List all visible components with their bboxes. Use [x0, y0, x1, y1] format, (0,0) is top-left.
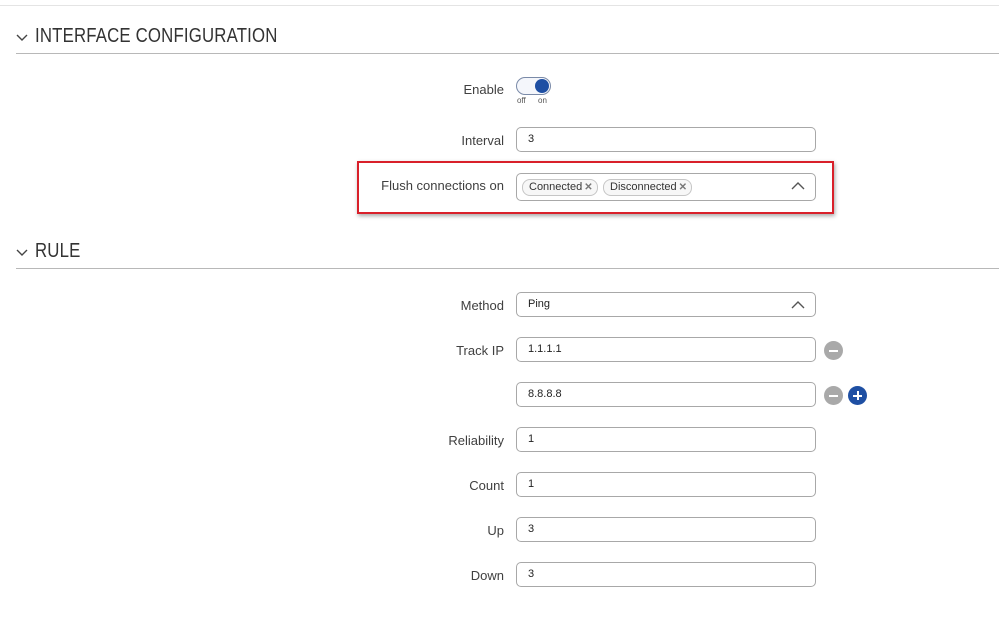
down-value: 3: [528, 568, 535, 580]
close-icon[interactable]: ✕: [584, 180, 592, 195]
toggle-on-caption: on: [538, 96, 547, 105]
track-ip-row-2: 8.8.8.8: [0, 382, 999, 408]
chip-label: Disconnected: [610, 181, 677, 193]
chip-disconnected: Disconnected ✕: [603, 179, 693, 196]
track-ip-label: Track IP: [456, 343, 504, 358]
count-label: Count: [469, 478, 504, 493]
reliability-row: Reliability 1: [0, 427, 999, 453]
track-ip-row: Track IP 1.1.1.1: [0, 337, 999, 363]
method-row: Method Ping: [0, 292, 999, 318]
toggle-off-caption: off: [517, 96, 526, 105]
top-divider: [0, 5, 999, 6]
method-select[interactable]: Ping: [516, 292, 816, 317]
toggle-knob: [535, 79, 549, 93]
track-ip-value: 1.1.1.1: [528, 343, 562, 355]
enable-row: Enable: [0, 80, 999, 106]
reliability-input[interactable]: 1: [516, 427, 816, 452]
down-row: Down 3: [0, 562, 999, 588]
chevron-down-icon[interactable]: [16, 31, 28, 43]
flush-connections-label: Flush connections on: [381, 178, 504, 193]
minus-circle-icon[interactable]: [824, 386, 843, 405]
up-label: Up: [487, 523, 504, 538]
reliability-value: 1: [528, 433, 535, 445]
method-value: Ping: [528, 298, 551, 310]
interval-row: Interval 3: [0, 127, 999, 153]
chevron-up-icon[interactable]: [791, 181, 805, 191]
section-title: INTERFACE CONFIGURATION: [35, 25, 278, 47]
track-ip-input-1[interactable]: 1.1.1.1: [516, 337, 816, 362]
rule-header[interactable]: RULE: [16, 240, 999, 269]
count-input[interactable]: 1: [516, 472, 816, 497]
close-icon[interactable]: ✕: [679, 180, 687, 195]
track-ip-value: 8.8.8.8: [528, 388, 562, 400]
chevron-down-icon[interactable]: [16, 246, 28, 258]
interval-input[interactable]: 3: [516, 127, 816, 152]
flush-connections-select[interactable]: Connected ✕ Disconnected ✕: [516, 173, 816, 201]
interval-label: Interval: [461, 133, 504, 148]
enable-toggle[interactable]: [516, 77, 551, 95]
count-value: 1: [528, 478, 535, 490]
chip-label: Connected: [529, 181, 583, 193]
down-input[interactable]: 3: [516, 562, 816, 587]
enable-label: Enable: [463, 82, 504, 97]
chevron-up-icon[interactable]: [791, 300, 805, 310]
plus-circle-icon[interactable]: [848, 386, 867, 405]
up-row: Up 3: [0, 517, 999, 543]
track-ip-input-2[interactable]: 8.8.8.8: [516, 382, 816, 407]
up-input[interactable]: 3: [516, 517, 816, 542]
minus-circle-icon[interactable]: [824, 341, 843, 360]
interface-configuration-header[interactable]: INTERFACE CONFIGURATION: [16, 25, 999, 54]
reliability-label: Reliability: [448, 433, 504, 448]
up-value: 3: [528, 523, 535, 535]
interval-value: 3: [528, 133, 535, 145]
section-title: RULE: [35, 240, 81, 262]
count-row: Count 1: [0, 472, 999, 498]
method-label: Method: [460, 298, 504, 313]
down-label: Down: [470, 568, 504, 583]
chip-connected: Connected ✕: [522, 179, 598, 196]
